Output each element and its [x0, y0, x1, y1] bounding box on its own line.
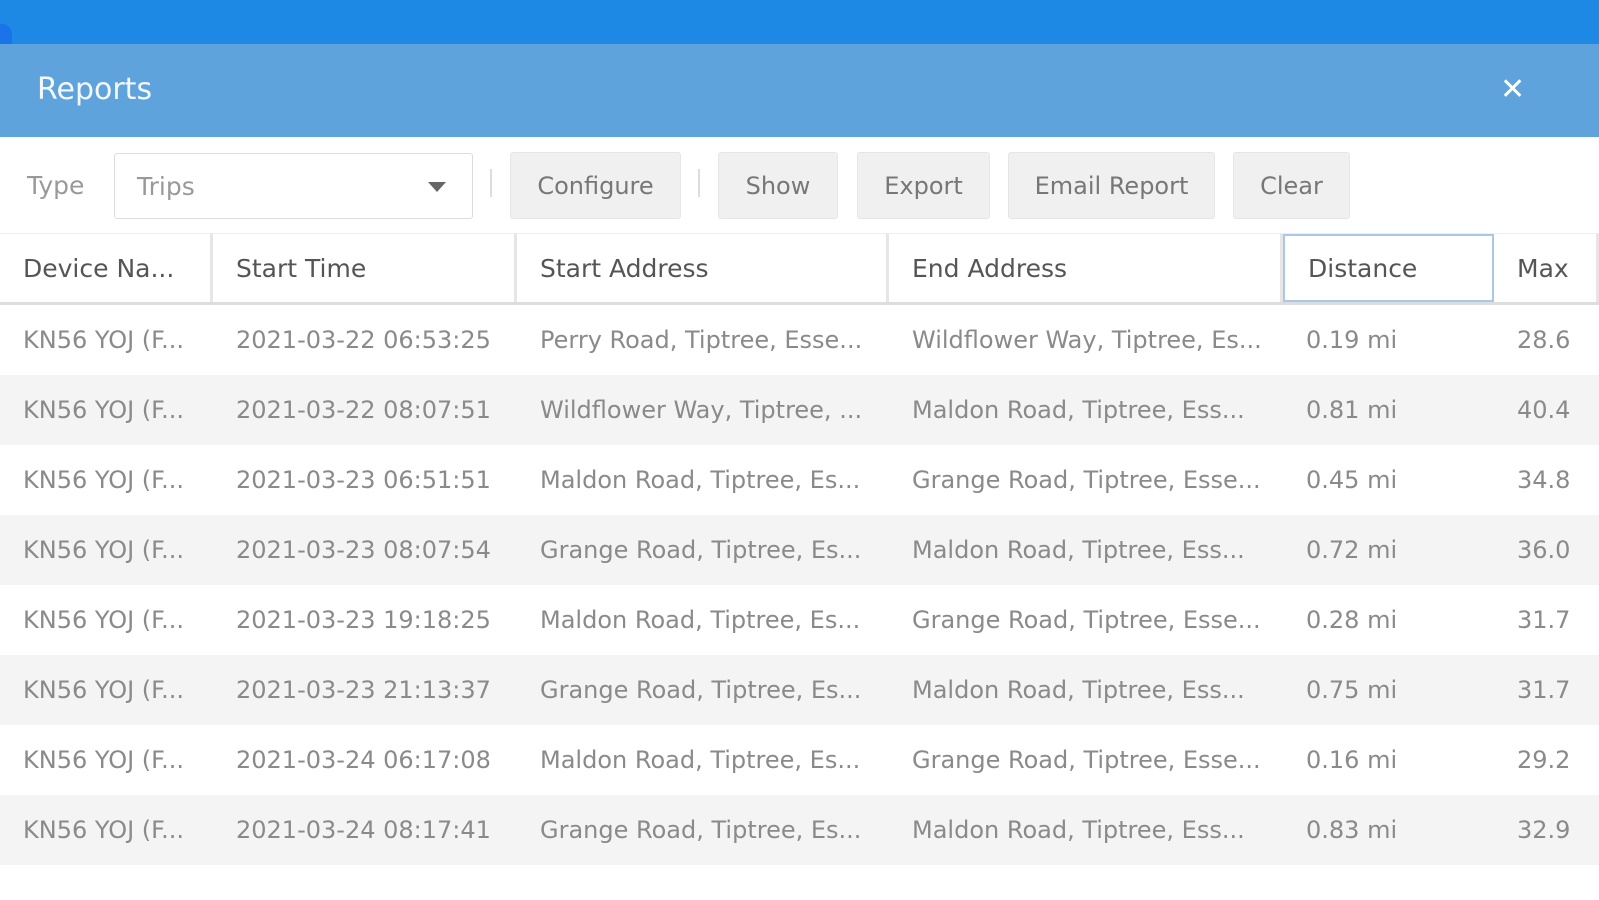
table-row[interactable]: KN56 YOJ (F... 2021-03-24 08:17:41 Grange …	[0, 795, 1599, 865]
table-row[interactable]: KN56 YOJ (F... 2021-03-23 06:51:51 Maldon …	[0, 445, 1599, 515]
cell-start-address: Grange Road, Tiptree, Es...	[540, 816, 862, 844]
cell-start-time: 2021-03-24 08:17:41	[236, 816, 491, 844]
cell-max-speed: 28.6	[1517, 326, 1571, 354]
cell-distance: 0.83 mi	[1306, 816, 1398, 844]
toolbar: Type Trips Configure Show Export Email R…	[0, 137, 1599, 233]
table-row[interactable]: KN56 YOJ (F... 2021-03-23 21:13:37 Grange …	[0, 655, 1599, 725]
top-bar	[0, 0, 1599, 64]
cell-start-time: 2021-03-24 06:17:08	[236, 746, 491, 774]
cell-distance: 0.81 mi	[1306, 396, 1398, 424]
table-header: Device Na... Start Time Start Address End A…	[0, 233, 1599, 305]
column-header-max-speed[interactable]: Max	[1494, 234, 1599, 302]
cell-max-speed: 29.2	[1517, 746, 1571, 774]
cell-start-address: Maldon Road, Tiptree, Es...	[540, 746, 861, 774]
cell-start-time: 2021-03-22 06:53:25	[236, 326, 491, 354]
type-label: Type	[27, 171, 85, 200]
column-header-end-address[interactable]: End Address	[889, 234, 1283, 302]
cell-start-address: Maldon Road, Tiptree, Es...	[540, 606, 861, 634]
cell-end-address: Maldon Road, Tiptree, Ess...	[912, 396, 1245, 424]
cell-end-address: Maldon Road, Tiptree, Ess...	[912, 816, 1245, 844]
column-header-start-address[interactable]: Start Address	[517, 234, 889, 302]
type-select-value: Trips	[137, 172, 195, 201]
column-header-start-time[interactable]: Start Time	[213, 234, 517, 302]
cell-start-address: Grange Road, Tiptree, Es...	[540, 536, 862, 564]
cell-distance: 0.45 mi	[1306, 466, 1398, 494]
cell-device-name: KN56 YOJ (F...	[23, 396, 185, 424]
cell-start-address: Grange Road, Tiptree, Es...	[540, 676, 862, 704]
cell-device-name: KN56 YOJ (F...	[23, 606, 185, 634]
configure-button[interactable]: Configure	[510, 152, 681, 219]
table-row[interactable]: KN56 YOJ (F... 2021-03-23 08:07:54 Grange …	[0, 515, 1599, 585]
cell-max-speed: 34.8	[1517, 466, 1571, 494]
cell-start-address: Perry Road, Tiptree, Esse...	[540, 326, 863, 354]
cell-end-address: Maldon Road, Tiptree, Ess...	[912, 676, 1245, 704]
cell-start-address: Wildflower Way, Tiptree, ...	[540, 396, 863, 424]
chevron-down-icon	[428, 182, 446, 192]
cell-distance: 0.16 mi	[1306, 746, 1398, 774]
divider	[490, 169, 492, 197]
cell-max-speed: 40.4	[1517, 396, 1571, 424]
email-report-button[interactable]: Email Report	[1008, 152, 1215, 219]
cell-device-name: KN56 YOJ (F...	[23, 746, 185, 774]
dialog-header: Reports ✕	[0, 44, 1599, 137]
cell-end-address: Grange Road, Tiptree, Esse...	[912, 746, 1261, 774]
cell-start-time: 2021-03-23 06:51:51	[236, 466, 491, 494]
cell-device-name: KN56 YOJ (F...	[23, 466, 185, 494]
cell-device-name: KN56 YOJ (F...	[23, 676, 185, 704]
table-row[interactable]: KN56 YOJ (F... 2021-03-22 08:07:51 Wildflo…	[0, 375, 1599, 445]
export-button[interactable]: Export	[857, 152, 990, 219]
divider	[698, 169, 700, 197]
table-row[interactable]: KN56 YOJ (F... 2021-03-23 19:18:25 Maldon …	[0, 585, 1599, 655]
cell-start-time: 2021-03-23 08:07:54	[236, 536, 491, 564]
cell-device-name: KN56 YOJ (F...	[23, 536, 185, 564]
cell-start-address: Maldon Road, Tiptree, Es...	[540, 466, 861, 494]
cell-end-address: Wildflower Way, Tiptree, Es...	[912, 326, 1262, 354]
cell-max-speed: 32.9	[1517, 816, 1571, 844]
cell-end-address: Maldon Road, Tiptree, Ess...	[912, 536, 1245, 564]
show-button[interactable]: Show	[718, 152, 838, 219]
cell-distance: 0.28 mi	[1306, 606, 1398, 634]
cell-start-time: 2021-03-23 21:13:37	[236, 676, 491, 704]
cell-distance: 0.72 mi	[1306, 536, 1398, 564]
cell-start-time: 2021-03-23 19:18:25	[236, 606, 491, 634]
cell-max-speed: 36.0	[1517, 536, 1571, 564]
column-header-device-name[interactable]: Device Na...	[0, 234, 213, 302]
cell-end-address: Grange Road, Tiptree, Esse...	[912, 466, 1261, 494]
close-icon[interactable]: ✕	[1500, 72, 1525, 107]
type-select[interactable]: Trips	[114, 153, 473, 219]
cell-end-address: Grange Road, Tiptree, Esse...	[912, 606, 1261, 634]
cell-distance: 0.19 mi	[1306, 326, 1398, 354]
column-header-distance[interactable]: Distance	[1283, 234, 1494, 302]
table-row[interactable]: KN56 YOJ (F... 2021-03-22 06:53:25 Perry R…	[0, 305, 1599, 375]
cell-start-time: 2021-03-22 08:07:51	[236, 396, 491, 424]
cell-distance: 0.75 mi	[1306, 676, 1398, 704]
report-table: Device Na... Start Time Start Address End A…	[0, 233, 1599, 865]
dialog-title: Reports	[37, 72, 153, 107]
cell-device-name: KN56 YOJ (F...	[23, 326, 185, 354]
cell-device-name: KN56 YOJ (F...	[23, 816, 185, 844]
table-row[interactable]: KN56 YOJ (F... 2021-03-24 06:17:08 Maldon …	[0, 725, 1599, 795]
cell-max-speed: 31.7	[1517, 606, 1571, 634]
cell-max-speed: 31.7	[1517, 676, 1571, 704]
clear-button[interactable]: Clear	[1233, 152, 1350, 219]
